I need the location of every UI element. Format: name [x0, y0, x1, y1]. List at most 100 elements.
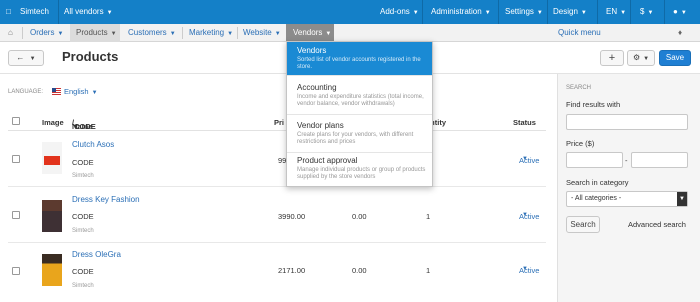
product-thumbnail[interactable]	[42, 142, 62, 174]
column-name-sort[interactable]: Name ▼ / CODE	[72, 118, 96, 131]
topbar-item-label: Design	[553, 7, 578, 16]
column-image: Image	[42, 118, 64, 127]
topbar-item-label: Settings	[505, 7, 534, 16]
vendor-filter[interactable]: All vendors ▼	[64, 0, 113, 24]
divider	[182, 27, 183, 39]
product-vendor: Simtech	[72, 228, 94, 234]
language-switcher[interactable]: EN ▼	[606, 0, 626, 24]
chevron-down-icon: ▼	[580, 10, 587, 16]
chevron-down-icon: ▼	[647, 10, 654, 16]
home-icon[interactable]: □	[6, 0, 11, 24]
clutch-image	[44, 156, 60, 165]
advanced-search-link[interactable]: Advanced search	[628, 220, 686, 229]
topbar-item-design[interactable]: Design ▼	[553, 0, 587, 24]
user-menu[interactable]: ● ▼	[673, 0, 687, 24]
category-select[interactable]: - All categories - ▼	[566, 191, 688, 207]
menu-item-orders[interactable]: Orders ▼	[30, 24, 63, 42]
chevron-down-icon: ▼	[536, 10, 543, 16]
menu-item-label: Products	[76, 28, 108, 37]
home-icon[interactable]: ⌂	[8, 24, 13, 42]
find-results-input[interactable]	[566, 114, 688, 130]
find-results-label: Find results with	[566, 100, 621, 109]
language-code: EN	[606, 7, 618, 16]
chevron-down-icon: ▼	[274, 31, 281, 37]
menu-item-vendors[interactable]: Vendors ▼	[286, 24, 334, 42]
language-select[interactable]: English ▼	[64, 87, 98, 96]
vendor-filter-label: All vendors	[64, 7, 104, 16]
arrow-left-icon: ←	[16, 53, 25, 62]
row-checkbox[interactable]	[12, 155, 20, 163]
dropdown-item-vendor-plans[interactable]: Vendor plans Create plans for your vendo…	[287, 117, 432, 153]
product-list-price[interactable]: 0.00	[352, 266, 367, 275]
vendors-dropdown: Vendors Sorted list of vendor accounts r…	[286, 41, 433, 187]
chevron-down-icon: ▼	[110, 31, 117, 37]
column-price[interactable]: Pri	[274, 118, 284, 127]
chevron-down-icon: ▼	[522, 266, 528, 272]
chevron-down-icon: ▼	[643, 56, 650, 62]
chevron-down-icon: ▼	[412, 10, 419, 16]
column-status[interactable]: Status	[513, 118, 536, 127]
menu-item-label: Customers	[128, 28, 167, 37]
row-checkbox[interactable]	[12, 211, 20, 219]
dropdown-item-accounting[interactable]: Accounting Income and expenditure statis…	[287, 79, 432, 115]
gear-icon: ⚙	[632, 53, 641, 62]
divider	[664, 0, 665, 24]
brand-name[interactable]: Simtech	[20, 0, 49, 24]
chevron-down-icon: ▼	[169, 31, 176, 37]
dropdown-item-desc: Sorted list of vendor accounts registere…	[297, 57, 421, 70]
product-code: CODE	[72, 212, 94, 221]
price-from-input[interactable]	[566, 152, 623, 168]
currency-switcher[interactable]: $ ▼	[640, 0, 653, 24]
dropdown-item-vendors[interactable]: Vendors Sorted list of vendor accounts r…	[287, 42, 432, 76]
product-price[interactable]: 2171.00	[278, 266, 305, 275]
chevron-down-icon: ▼	[29, 56, 36, 62]
back-button[interactable]: ← ▼	[8, 50, 44, 66]
add-product-button[interactable]: +	[600, 50, 624, 66]
chevron-down-icon: ▼	[522, 212, 528, 218]
select-all-checkbox[interactable]	[12, 117, 20, 125]
topbar-item-administration[interactable]: Administration ▼	[431, 0, 491, 24]
product-quantity[interactable]: 1	[426, 266, 430, 275]
search-button[interactable]: Search	[566, 216, 600, 233]
save-button[interactable]: Save	[659, 50, 691, 66]
menu-item-products[interactable]: Products ▼	[70, 24, 120, 42]
menu-item-marketing[interactable]: Marketing ▼	[189, 24, 233, 42]
chevron-down-icon: ▼	[680, 10, 687, 16]
table-row: Dress OleGra CODE Simtech 2171.00 0.00 1…	[8, 243, 546, 299]
product-name-link[interactable]: Dress Key Fashion	[72, 195, 140, 204]
divider	[498, 0, 499, 24]
pin-icon[interactable]: ♦	[678, 24, 682, 42]
product-quantity[interactable]: 1	[426, 212, 430, 221]
currency-symbol: $	[640, 7, 645, 16]
menu-item-website[interactable]: Website ▼	[243, 24, 281, 42]
settings-button[interactable]: ⚙ ▼	[627, 50, 655, 66]
topbar-item-settings[interactable]: Settings ▼	[505, 0, 543, 24]
quick-menu-link[interactable]: Quick menu	[558, 24, 601, 42]
product-thumbnail[interactable]	[42, 200, 62, 232]
dropdown-item-product-approval[interactable]: Product approval Manage individual produ…	[287, 152, 432, 186]
menu-item-customers[interactable]: Customers ▼	[128, 24, 176, 42]
menu-item-label: Orders	[30, 28, 55, 37]
price-label: Price ($)	[566, 139, 595, 148]
topbar-item-addons[interactable]: Add-ons ▼	[380, 0, 419, 24]
product-thumbnail[interactable]	[42, 254, 62, 286]
main-menu: ⌂ Orders ▼ Products ▼ Customers ▼ Marketing…	[0, 24, 700, 42]
plus-icon: +	[608, 52, 616, 64]
row-checkbox[interactable]	[12, 267, 20, 275]
page-title: Products	[62, 49, 119, 64]
chevron-down-icon: ▼	[522, 156, 528, 162]
product-list-price[interactable]: 0.00	[352, 212, 367, 221]
menu-item-label: Vendors	[293, 28, 323, 37]
table-row: Clutch Asos CODE Simtech 99 Active ▼	[8, 131, 546, 187]
product-code: CODE	[72, 267, 94, 276]
product-name-link[interactable]: Clutch Asos	[72, 140, 114, 149]
product-price[interactable]: 3990.00	[278, 212, 305, 221]
product-name-link[interactable]: Dress OleGra	[72, 250, 121, 259]
chevron-down-icon: ▼	[91, 90, 98, 96]
table-header: Image Name ▼ / CODE Pri antity Status	[8, 114, 546, 131]
divider	[547, 0, 548, 24]
column-code: CODE	[74, 122, 96, 131]
category-value: - All categories -	[571, 195, 622, 202]
divider	[22, 27, 23, 39]
price-to-input[interactable]	[631, 152, 688, 168]
